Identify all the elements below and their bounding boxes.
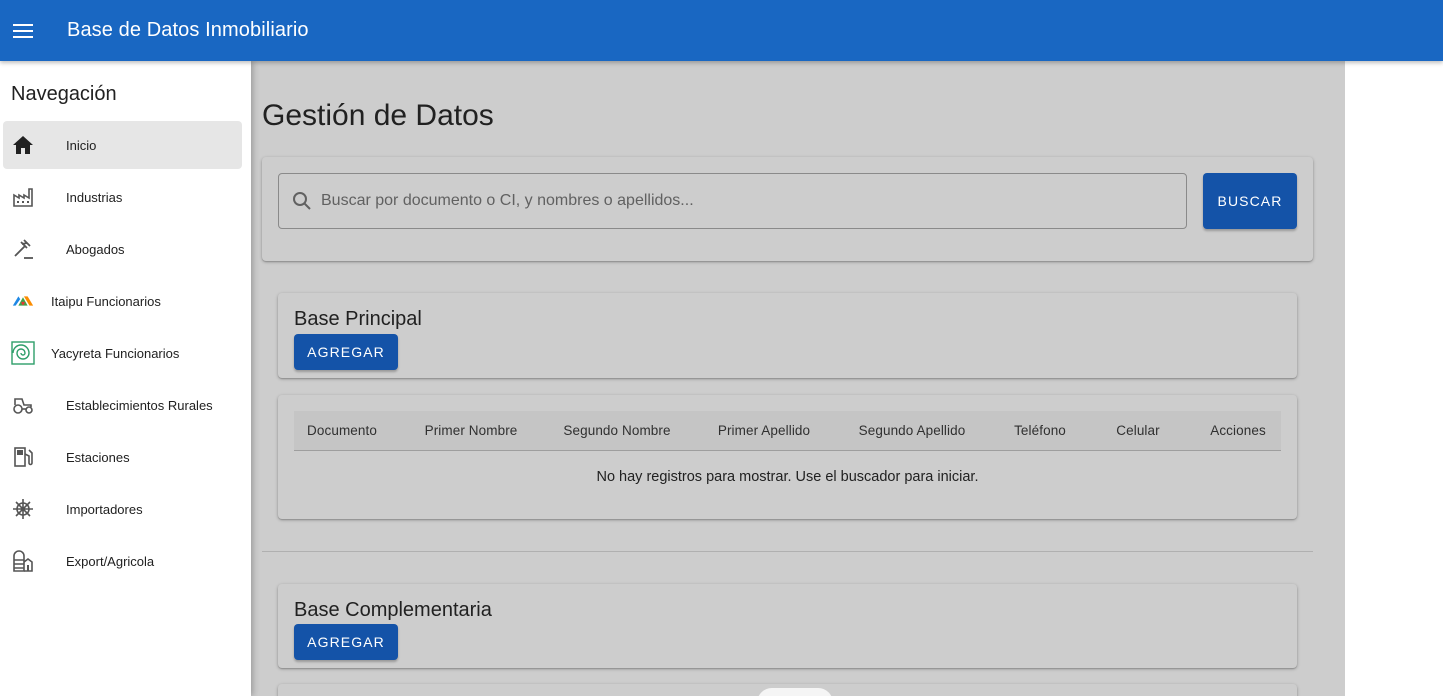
section-title: Base Principal: [294, 308, 422, 330]
page-title: Gestión de Datos: [262, 99, 494, 132]
base-principal-card: Base Principal AGREGAR: [278, 293, 1297, 378]
table-card: Documento Primer Nombre Segundo Nombre P…: [278, 395, 1297, 519]
silo-icon: [11, 549, 35, 573]
nav-label: Inicio: [66, 137, 97, 153]
main-content: Gestión de Datos BUSCAR Base Principal A…: [251, 61, 1345, 696]
column-header: Primer Nombre: [424, 423, 518, 438]
column-header: Segundo Nombre: [563, 423, 671, 438]
home-icon: [11, 133, 35, 157]
add-button[interactable]: AGREGAR: [294, 624, 398, 660]
nav-label: Itaipu Funcionarios: [51, 293, 161, 309]
ship-wheel-icon: [11, 497, 35, 521]
column-header: Segundo Apellido: [858, 423, 966, 438]
nav-label: Abogados: [66, 241, 125, 257]
nav-item-yacyreta-funcionarios[interactable]: Yacyreta Funcionarios: [3, 329, 242, 377]
itaipu-logo-icon: [11, 289, 35, 313]
app-bar: Base de Datos Inmobiliario: [0, 0, 1443, 61]
nav-label: Export/Agricola: [66, 553, 155, 569]
tractor-icon: [11, 393, 35, 417]
drawer-title: Navegación: [11, 83, 117, 105]
search-button[interactable]: BUSCAR: [1203, 173, 1297, 229]
nav-label: Industrias: [66, 189, 123, 205]
nav-label: Estaciones: [66, 449, 130, 465]
gavel-icon: [11, 237, 35, 261]
nav-item-abogados[interactable]: Abogados: [3, 225, 242, 273]
navigation-drawer: Navegación Inicio Industrias Abogados It…: [0, 61, 251, 696]
nav-label: Establecimientos Rurales: [66, 397, 213, 413]
search-input[interactable]: [321, 192, 1161, 210]
factory-icon: [11, 185, 35, 209]
section-title: Base Complementaria: [294, 599, 492, 621]
menu-icon[interactable]: [0, 8, 46, 54]
search-icon: [290, 189, 314, 213]
nav-item-export-agricola[interactable]: Export/Agricola: [3, 537, 242, 585]
column-header: Teléfono: [1014, 423, 1066, 438]
base-complementaria-card: Base Complementaria AGREGAR: [278, 584, 1297, 668]
add-button[interactable]: AGREGAR: [294, 334, 398, 370]
scroll-top-button[interactable]: [757, 688, 833, 696]
column-header: Celular: [1116, 423, 1160, 438]
app-title: Base de Datos Inmobiliario: [67, 19, 309, 41]
search-field[interactable]: [278, 173, 1187, 229]
section-divider: [262, 551, 1313, 552]
column-header: Documento: [307, 423, 377, 438]
column-header: Primer Apellido: [717, 423, 811, 438]
nav-label: Yacyreta Funcionarios: [51, 345, 180, 361]
search-card: BUSCAR: [262, 157, 1313, 261]
column-header: Acciones: [1210, 423, 1266, 438]
right-margin: [1345, 61, 1443, 696]
empty-message: No hay registros para mostrar. Use el bu…: [596, 469, 979, 485]
nav-label: Importadores: [66, 501, 143, 517]
nav-item-establecimientos-rurales[interactable]: Establecimientos Rurales: [3, 381, 242, 429]
nav-item-itaipu-funcionarios[interactable]: Itaipu Funcionarios: [3, 277, 242, 325]
nav-item-importadores[interactable]: Importadores: [3, 485, 242, 533]
nav-item-inicio[interactable]: Inicio: [3, 121, 242, 169]
nav-item-industrias[interactable]: Industrias: [3, 173, 242, 221]
nav-item-estaciones[interactable]: Estaciones: [3, 433, 242, 481]
table-header: Documento Primer Nombre Segundo Nombre P…: [294, 411, 1281, 451]
yacyreta-logo-icon: [11, 341, 35, 365]
gas-station-icon: [11, 445, 35, 469]
